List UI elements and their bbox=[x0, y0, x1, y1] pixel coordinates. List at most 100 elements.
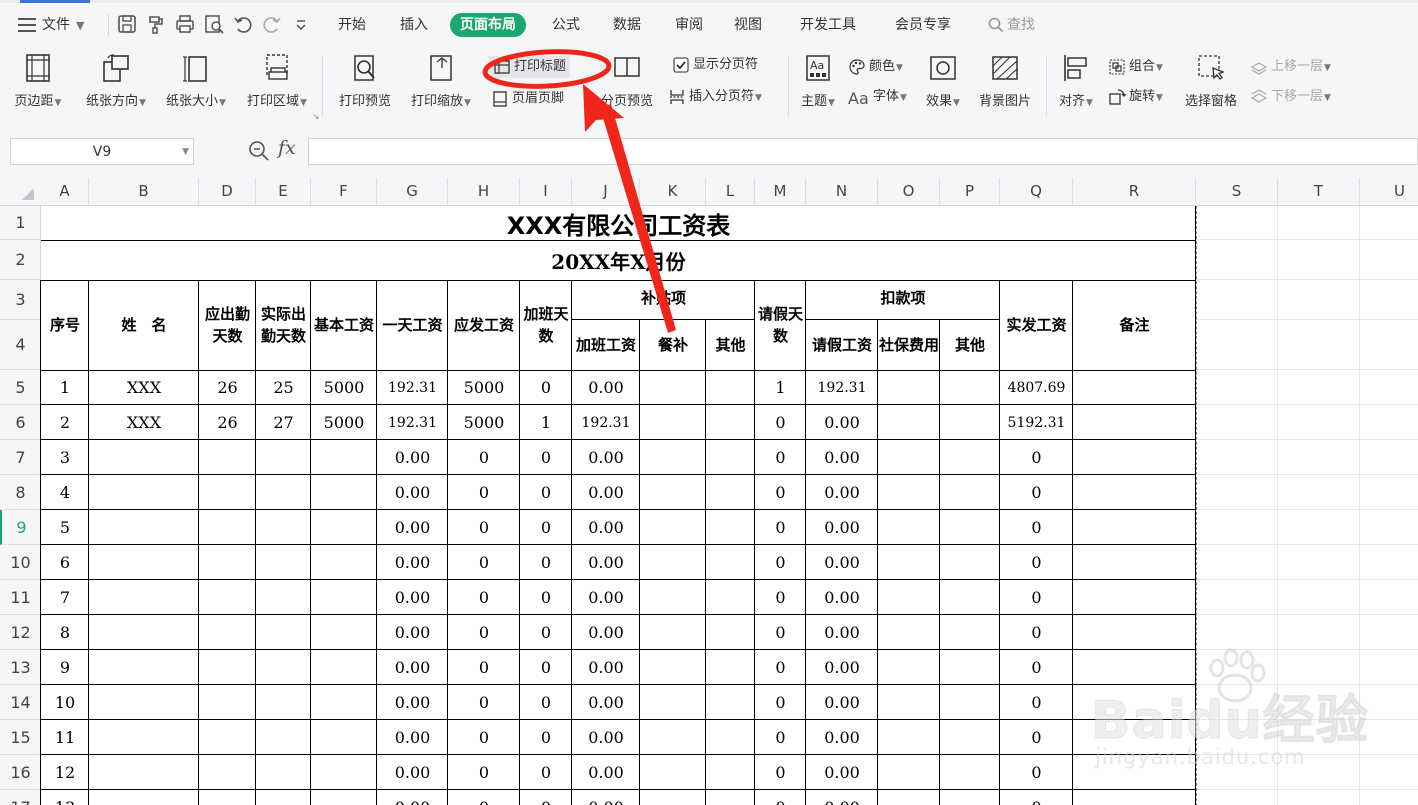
table-cell[interactable] bbox=[940, 580, 1000, 615]
save-icon[interactable] bbox=[116, 13, 138, 35]
table-cell[interactable]: 0.00 bbox=[806, 510, 878, 545]
table-cell[interactable] bbox=[706, 405, 755, 440]
table-cell[interactable]: 0 bbox=[448, 685, 520, 720]
table-cell[interactable] bbox=[89, 545, 199, 580]
header-other-deduction[interactable]: 其他 bbox=[940, 320, 1000, 370]
table-cell[interactable]: 6 bbox=[41, 545, 89, 580]
table-cell[interactable]: 0 bbox=[1000, 475, 1073, 510]
show-page-breaks-checkbox[interactable]: 显示分页符 bbox=[672, 54, 758, 76]
table-cell[interactable]: 0 bbox=[1000, 755, 1073, 790]
table-cell[interactable] bbox=[940, 615, 1000, 650]
table-cell[interactable]: 5000 bbox=[311, 370, 377, 405]
table-cell[interactable]: 0 bbox=[1000, 615, 1073, 650]
header-daily-wage[interactable]: 一天工资 bbox=[377, 280, 448, 370]
align-button[interactable]: 对齐▼ bbox=[1054, 52, 1098, 109]
table-cell[interactable]: 0 bbox=[755, 650, 806, 685]
paper-size-button[interactable]: 纸张大小▼ bbox=[160, 52, 232, 109]
name-box[interactable]: V9 ▼ bbox=[10, 138, 194, 165]
effects-button[interactable]: 效果▼ bbox=[920, 52, 966, 109]
column-header-N[interactable]: N bbox=[806, 178, 878, 205]
table-cell[interactable]: 0.00 bbox=[377, 475, 448, 510]
table-cell[interactable]: 0 bbox=[1000, 790, 1073, 805]
table-cell[interactable]: 0.00 bbox=[806, 790, 878, 805]
table-cell[interactable] bbox=[640, 370, 706, 405]
table-cell[interactable]: 0.00 bbox=[572, 650, 640, 685]
table-cell[interactable] bbox=[311, 510, 377, 545]
table-cell[interactable]: 0.00 bbox=[806, 440, 878, 475]
theme-button[interactable]: Aa 主题▼ bbox=[796, 52, 840, 109]
column-header-M[interactable]: M bbox=[755, 178, 806, 205]
header-net-pay[interactable]: 实发工资 bbox=[1000, 280, 1073, 370]
header-meal[interactable]: 餐补 bbox=[640, 320, 706, 370]
table-cell[interactable]: 0 bbox=[1000, 580, 1073, 615]
header-leave-days[interactable]: 请假天数 bbox=[755, 280, 806, 370]
table-cell[interactable]: 0 bbox=[520, 790, 572, 805]
table-cell[interactable]: XXX bbox=[89, 405, 199, 440]
table-cell[interactable]: 0.00 bbox=[806, 650, 878, 685]
table-cell[interactable]: 0.00 bbox=[572, 580, 640, 615]
header-name[interactable]: 姓 名 bbox=[89, 280, 199, 370]
table-cell[interactable] bbox=[199, 475, 256, 510]
table-cell[interactable] bbox=[878, 475, 940, 510]
table-cell[interactable] bbox=[706, 580, 755, 615]
table-cell[interactable]: 5192.31 bbox=[1000, 405, 1073, 440]
column-header-R[interactable]: R bbox=[1073, 178, 1196, 205]
table-cell[interactable]: 1 bbox=[520, 405, 572, 440]
table-cell[interactable] bbox=[311, 475, 377, 510]
fonts-button[interactable]: Aa 字体▼ bbox=[848, 86, 907, 108]
table-cell[interactable]: 0 bbox=[448, 510, 520, 545]
header-actual-days[interactable]: 实际出勤天数 bbox=[256, 280, 311, 370]
insert-page-break-button[interactable]: 插入分页符▼ bbox=[668, 86, 762, 108]
table-cell[interactable]: 0.00 bbox=[377, 615, 448, 650]
table-cell[interactable] bbox=[89, 510, 199, 545]
table-cell[interactable]: 0 bbox=[448, 475, 520, 510]
header-ot-pay[interactable]: 加班工资 bbox=[572, 320, 640, 370]
table-cell[interactable] bbox=[311, 650, 377, 685]
tab-6[interactable]: 视图 bbox=[724, 13, 772, 37]
table-cell[interactable]: 0.00 bbox=[806, 545, 878, 580]
table-cell[interactable]: 5000 bbox=[448, 370, 520, 405]
table-cell[interactable]: 0.00 bbox=[572, 545, 640, 580]
table-cell[interactable] bbox=[311, 615, 377, 650]
table-cell[interactable]: 0.00 bbox=[572, 685, 640, 720]
table-cell[interactable]: 0 bbox=[448, 615, 520, 650]
header-footer-button[interactable]: 页眉页脚 bbox=[491, 88, 564, 110]
table-cell[interactable] bbox=[1073, 615, 1196, 650]
table-cell[interactable]: 0.00 bbox=[377, 720, 448, 755]
column-header-T[interactable]: T bbox=[1278, 178, 1360, 205]
customize-quick-access-icon[interactable] bbox=[290, 13, 312, 35]
table-cell[interactable]: 0 bbox=[520, 545, 572, 580]
table-cell[interactable]: 0 bbox=[755, 790, 806, 805]
header-gross-pay[interactable]: 应发工资 bbox=[448, 280, 520, 370]
table-cell[interactable]: 25 bbox=[256, 370, 311, 405]
table-cell[interactable] bbox=[706, 615, 755, 650]
table-cell[interactable] bbox=[940, 755, 1000, 790]
table-cell[interactable]: 0.00 bbox=[377, 790, 448, 805]
column-header-K[interactable]: K bbox=[640, 178, 706, 205]
insert-function-button[interactable]: fx bbox=[278, 137, 296, 159]
table-cell[interactable]: 0 bbox=[1000, 720, 1073, 755]
table-cell[interactable]: 0.00 bbox=[377, 755, 448, 790]
column-header-P[interactable]: P bbox=[940, 178, 1000, 205]
table-cell[interactable]: 2 bbox=[41, 405, 89, 440]
table-cell[interactable]: 0 bbox=[520, 475, 572, 510]
table-cell[interactable]: 0 bbox=[755, 755, 806, 790]
table-cell[interactable]: 0 bbox=[1000, 650, 1073, 685]
table-cell[interactable]: 0 bbox=[448, 755, 520, 790]
table-cell[interactable]: 0 bbox=[520, 370, 572, 405]
table-cell[interactable] bbox=[1073, 475, 1196, 510]
column-header-E[interactable]: E bbox=[256, 178, 311, 205]
table-cell[interactable] bbox=[256, 790, 311, 805]
table-cell[interactable]: 0.00 bbox=[572, 755, 640, 790]
table-cell[interactable] bbox=[1073, 580, 1196, 615]
table-cell[interactable]: 0.00 bbox=[377, 440, 448, 475]
table-cell[interactable]: 0 bbox=[520, 720, 572, 755]
table-cell[interactable] bbox=[640, 790, 706, 805]
table-cell[interactable] bbox=[199, 615, 256, 650]
table-cell[interactable] bbox=[640, 545, 706, 580]
header-deduction-group[interactable]: 扣款项 bbox=[806, 280, 1000, 316]
table-cell[interactable] bbox=[706, 440, 755, 475]
column-header-A[interactable]: A bbox=[41, 178, 89, 205]
tab-8[interactable]: 会员专享 bbox=[885, 13, 961, 37]
column-header-O[interactable]: O bbox=[878, 178, 940, 205]
